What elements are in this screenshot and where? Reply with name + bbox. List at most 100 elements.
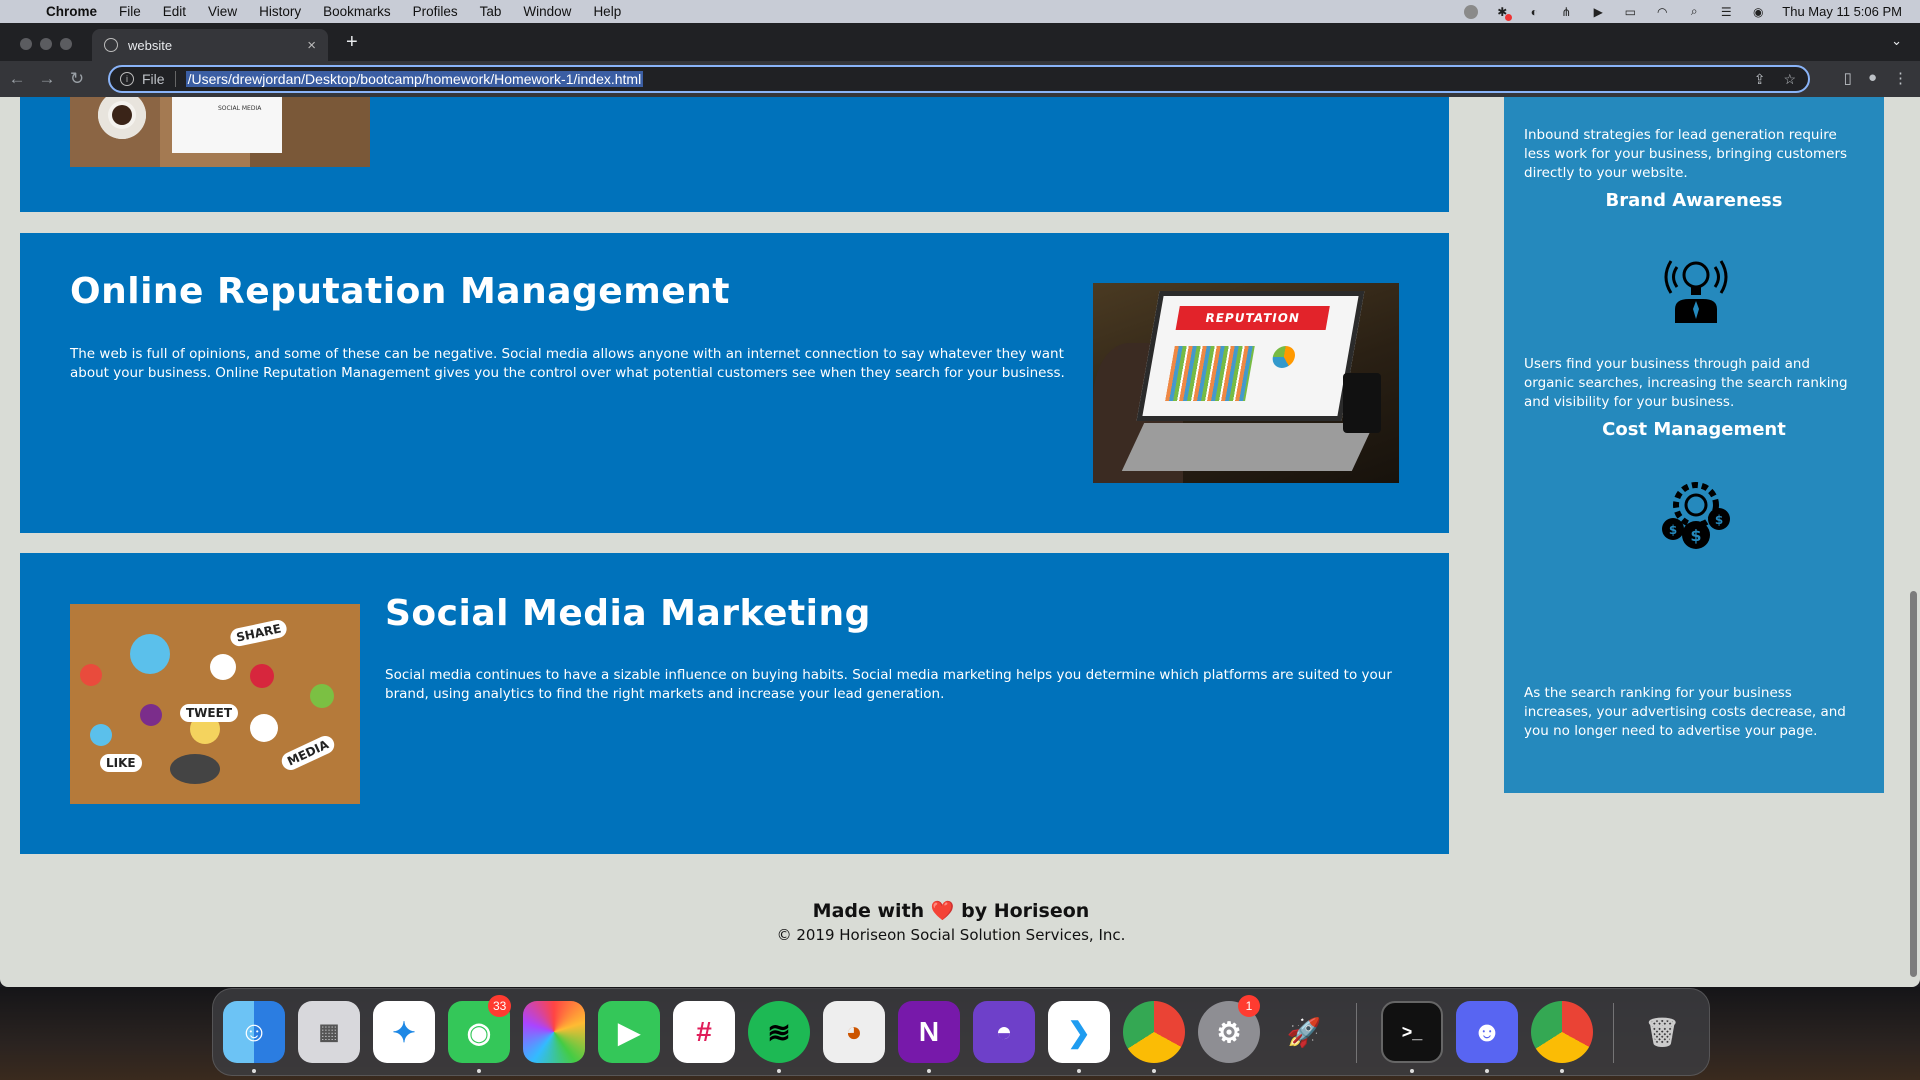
menu-edit[interactable]: Edit xyxy=(163,4,186,19)
footer-made-with-label: Made with xyxy=(812,900,925,922)
notification-app-icon[interactable]: ✱ xyxy=(1494,5,1513,21)
page-viewport[interactable]: SOCIAL MEDIA Online Reputation Managemen… xyxy=(0,97,1920,987)
close-window-button[interactable] xyxy=(20,38,32,50)
menu-profiles[interactable]: Profiles xyxy=(413,4,458,19)
rocket-icon[interactable]: 🚀 xyxy=(1273,1001,1335,1063)
brand-awareness-text: Users find your business through paid an… xyxy=(1524,356,1848,410)
tab-search-chevron-icon[interactable]: ⌄ xyxy=(1891,33,1902,49)
reputation-banner: REPUTATION xyxy=(1175,306,1330,330)
browser-toolbar: ← → ↻ i File /Users/drewjordan/Desktop/b… xyxy=(0,61,1920,97)
menu-tab[interactable]: Tab xyxy=(480,4,502,19)
scheme-label: File xyxy=(142,71,165,87)
footer-made-with: Made with ❤️ by Horiseon xyxy=(0,899,1902,922)
robot-icon xyxy=(250,714,278,742)
safari-icon[interactable]: ✦ xyxy=(373,1001,435,1063)
share-icon[interactable]: ⇪ xyxy=(1754,71,1766,88)
menu-app-name[interactable]: Chrome xyxy=(46,4,97,19)
menu-clock[interactable]: Thu May 11 5:06 PM xyxy=(1782,4,1902,19)
side-panel-icon[interactable]: ▯ xyxy=(1844,69,1852,87)
media-bubble: MEDIA xyxy=(278,733,338,773)
facetime-icon[interactable]: ▶ xyxy=(598,1001,660,1063)
pie-graph-illustration xyxy=(1270,346,1297,368)
url-text[interactable]: /Users/drewjordan/Desktop/bootcamp/homew… xyxy=(185,71,644,87)
chrome-menu-icon[interactable]: ⋮ xyxy=(1893,69,1908,87)
tab-website[interactable]: website × xyxy=(92,29,328,61)
reload-icon[interactable]: ↻ xyxy=(64,69,90,89)
brand-awareness-icon xyxy=(1664,260,1728,323)
black-mug-illustration xyxy=(1343,373,1381,433)
cloud-icon xyxy=(130,634,170,674)
menu-file[interactable]: File xyxy=(119,4,141,19)
svg-text:$: $ xyxy=(1715,513,1723,527)
chat-bubble-icon xyxy=(80,664,102,686)
record-status-icon[interactable] xyxy=(1464,4,1479,19)
bookmark-star-icon[interactable]: ☆ xyxy=(1783,71,1796,88)
discord-icon[interactable]: ☻ xyxy=(1456,1001,1518,1063)
sync-icon[interactable]: ◐ xyxy=(1526,5,1542,19)
new-tab-button[interactable]: + xyxy=(346,31,358,54)
control-center-icon[interactable]: ☰ xyxy=(1718,5,1734,19)
cost-management-text: As the search ranking for your business … xyxy=(1524,685,1846,739)
social-media-table-image: SHARE TWEET LIKE MEDIA xyxy=(70,604,360,804)
launchpad-icon[interactable]: ▦ xyxy=(298,1001,360,1063)
footer-by-horiseon: by Horiseon xyxy=(961,900,1090,922)
page-scrollbar[interactable] xyxy=(1910,591,1917,977)
macos-dock: ☺ ▦ ✦ ◉ 33 ▶ # ≋ ◕ N ◓ ❯ ⚙ 1 🚀 >_ ☻ 🗑 xyxy=(212,988,1710,1076)
onenote-icon[interactable]: N xyxy=(898,1001,960,1063)
close-tab-icon[interactable]: × xyxy=(307,37,316,54)
reputation-laptop-image: REPUTATION xyxy=(1093,283,1399,483)
page-footer: Made with ❤️ by Horiseon © 2019 Horiseon… xyxy=(0,899,1902,944)
slack-icon[interactable]: # xyxy=(673,1001,735,1063)
menu-window[interactable]: Window xyxy=(523,4,571,19)
menu-bookmarks[interactable]: Bookmarks xyxy=(323,4,391,19)
play-icon[interactable]: ▶ xyxy=(1590,5,1606,19)
terminal-icon[interactable]: >_ xyxy=(1381,1001,1443,1063)
spotify-icon[interactable]: ≋ xyxy=(748,1001,810,1063)
social-media-marketing-card: SHARE TWEET LIKE MEDIA Social Media Mark… xyxy=(20,553,1449,854)
share-bubble: SHARE xyxy=(228,618,289,648)
social-heading: Social Media Marketing xyxy=(385,593,871,634)
benefits-sidebar: Inbound strategies for lead generation r… xyxy=(1504,97,1884,793)
forward-arrow-icon[interactable]: → xyxy=(34,69,60,89)
siri-icon[interactable]: ◉ xyxy=(1750,5,1766,19)
spotlight-search-icon[interactable]: ⌕ xyxy=(1686,4,1702,19)
chrome-icon[interactable] xyxy=(1123,1001,1185,1063)
coffee-mug-illustration xyxy=(98,97,146,139)
vscode-icon[interactable]: ❯ xyxy=(1048,1001,1110,1063)
lead-generation-text: Inbound strategies for lead generation r… xyxy=(1524,127,1848,181)
laptop-keys-illustration xyxy=(170,754,220,784)
chrome-second-running-dot xyxy=(1560,1069,1564,1073)
cost-management-heading: Cost Management xyxy=(1602,419,1786,440)
svg-text:$: $ xyxy=(1669,523,1677,537)
menu-help[interactable]: Help xyxy=(593,4,621,19)
menu-history[interactable]: History xyxy=(259,4,301,19)
messages-badge: 33 xyxy=(488,995,512,1017)
message-icon xyxy=(140,704,162,726)
chrome-second-icon[interactable] xyxy=(1531,1001,1593,1063)
tab-strip: website × + ⌄ xyxy=(0,23,1920,61)
svg-text:$: $ xyxy=(1690,526,1701,545)
back-arrow-icon[interactable]: ← xyxy=(4,69,30,89)
github-desktop-icon[interactable]: ◓ xyxy=(973,1001,1035,1063)
spotify-running-dot xyxy=(777,1069,781,1073)
site-info-icon[interactable]: i xyxy=(120,72,134,86)
heart-icon: ❤️ xyxy=(930,900,955,922)
trash-icon[interactable]: 🗑 xyxy=(1631,1001,1693,1063)
profile-avatar-icon[interactable]: ● xyxy=(1868,69,1877,87)
footer-copyright: © 2019 Horiseon Social Solution Services… xyxy=(776,926,1126,944)
antenna-icon[interactable]: ⋔ xyxy=(1558,5,1574,19)
bar-graph-illustration xyxy=(1165,346,1255,401)
battery-icon[interactable]: ▭ xyxy=(1622,5,1638,19)
photos-icon[interactable] xyxy=(523,1001,585,1063)
wifi-icon[interactable]: ◠ xyxy=(1654,5,1670,19)
omnibox-actions: ⇪ ☆ xyxy=(1754,71,1796,88)
zoom-window-button[interactable] xyxy=(60,38,72,50)
minimize-window-button[interactable] xyxy=(40,38,52,50)
globe-icon xyxy=(104,38,118,52)
leaf-icon xyxy=(310,684,334,708)
address-bar[interactable]: i File /Users/drewjordan/Desktop/bootcam… xyxy=(108,65,1810,93)
menu-view[interactable]: View xyxy=(208,4,237,19)
wifi-badge-icon xyxy=(90,724,112,746)
cyberduck-icon[interactable]: ◕ xyxy=(823,1001,885,1063)
finder-icon[interactable]: ☺ xyxy=(223,1001,285,1063)
